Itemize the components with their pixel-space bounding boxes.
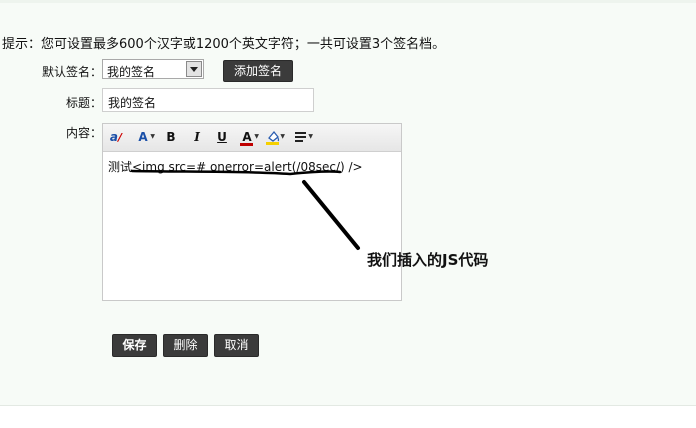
save-button[interactable]: 保存 xyxy=(112,334,157,357)
signature-settings-panel: 提示：您可设置最多600个汉字或1200个英文字符；一共可设置3个签名档。 默认… xyxy=(0,0,696,406)
annotation-arrow-line xyxy=(302,180,360,250)
cancel-button[interactable]: 取消 xyxy=(214,334,259,357)
handwritten-underline xyxy=(130,169,342,176)
annotation-label: 我们插入的JS代码 xyxy=(367,251,489,269)
annotation-marks xyxy=(130,169,360,250)
delete-button[interactable]: 删除 xyxy=(163,334,208,357)
